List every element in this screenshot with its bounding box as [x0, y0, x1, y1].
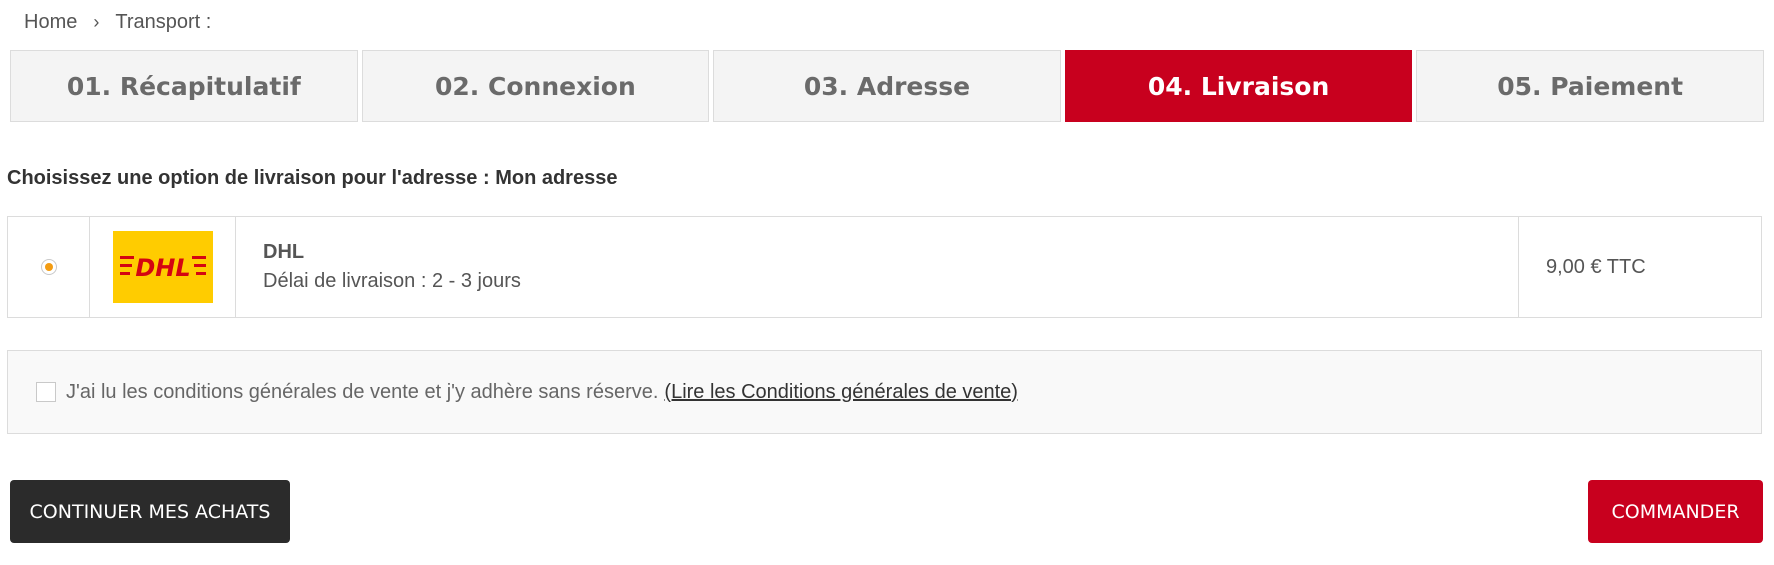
terms-label: J'ai lu les conditions générales de vent… [66, 380, 659, 403]
terms-checkbox[interactable] [36, 382, 56, 402]
carrier-info-cell: DHL Délai de livraison : 2 - 3 jours [236, 217, 1519, 317]
terms-link[interactable]: (Lire les Conditions générales de vente) [664, 381, 1018, 404]
carrier-price: 9,00 € TTC [1546, 255, 1646, 278]
continue-shopping-button[interactable]: CONTINUER MES ACHATS [10, 480, 290, 543]
step-paiement[interactable]: 05. Paiement [1416, 50, 1764, 122]
radio-selected-dot [44, 263, 53, 271]
step-livraison[interactable]: 04. Livraison [1064, 50, 1413, 122]
checkout-steps: 01. Récapitulatif 02. Connexion 03. Adre… [10, 50, 1764, 122]
dhl-logo: DHL [112, 231, 213, 303]
carrier-option-row[interactable]: DHL DHL Délai de livraison : 2 - 3 jours… [7, 216, 1762, 318]
breadcrumb-current: Transport : [115, 11, 212, 33]
carrier-name: DHL [263, 241, 305, 263]
breadcrumb-home-link[interactable]: Home [24, 11, 77, 34]
terms-box: J'ai lu les conditions générales de vent… [7, 350, 1762, 434]
dhl-logo-graphic: DHL [119, 254, 206, 282]
breadcrumb-separator-icon: › [93, 12, 100, 32]
carrier-radio-cell [8, 217, 90, 317]
dhl-logo-text: DHL [135, 254, 190, 282]
delivery-heading: Choisissez une option de livraison pour … [7, 167, 618, 189]
carrier-radio[interactable] [40, 259, 57, 275]
breadcrumb: Home › Transport : [24, 11, 211, 34]
step-recapitulatif[interactable]: 01. Récapitulatif [10, 50, 358, 122]
step-adresse[interactable]: 03. Adresse [713, 50, 1061, 122]
carrier-logo-cell: DHL [90, 217, 236, 317]
order-button[interactable]: COMMANDER [1588, 480, 1763, 543]
carrier-delay: Délai de livraison : 2 - 3 jours [263, 270, 521, 292]
step-connexion[interactable]: 02. Connexion [361, 50, 710, 122]
